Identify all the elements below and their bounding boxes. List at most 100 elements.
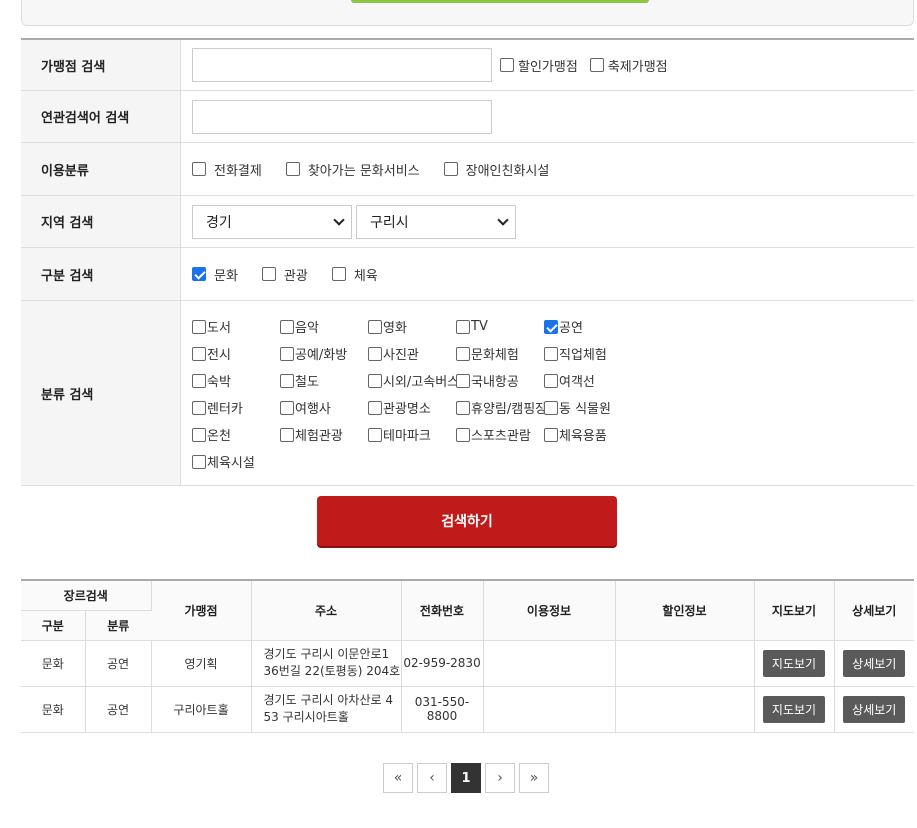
- category-checkbox[interactable]: [192, 346, 206, 361]
- map-view-button[interactable]: 지도보기: [762, 695, 826, 723]
- usage-option-accessible-facility[interactable]: 장애인친화시설: [443, 160, 549, 179]
- results-table: 장르검색 가맹점 주소 전화번호 이용정보 할인정보 지도보기 상세보기 구분 …: [21, 579, 915, 733]
- row-usage-info: [483, 686, 616, 733]
- category-option[interactable]: 동 식물원: [544, 398, 632, 417]
- festival-merchant-checkbox[interactable]: [589, 58, 604, 72]
- category-option[interactable]: 영화: [368, 317, 456, 336]
- category-option[interactable]: 공예/화방: [280, 344, 368, 363]
- region-province-value: 경기: [206, 214, 232, 231]
- map-view-button[interactable]: 지도보기: [762, 649, 826, 677]
- division-option[interactable]: 체육: [331, 265, 378, 284]
- category-option-label: 국내항공: [471, 375, 519, 390]
- division-checkbox[interactable]: [192, 267, 206, 281]
- last-page-button[interactable]: »: [519, 763, 549, 793]
- genre-header: 장르검색: [21, 580, 152, 611]
- category-checkbox[interactable]: [456, 373, 470, 388]
- category-checkbox[interactable]: [368, 427, 382, 442]
- category-checkbox[interactable]: [192, 319, 206, 334]
- discount-merchant-checkbox[interactable]: [500, 58, 514, 72]
- category-option[interactable]: 스포츠관람: [456, 425, 544, 444]
- category-checkbox[interactable]: [544, 427, 558, 442]
- category-checkbox[interactable]: [280, 319, 294, 334]
- category-checkbox[interactable]: [280, 346, 294, 361]
- prev-page-button[interactable]: ‹: [417, 763, 447, 793]
- category-option[interactable]: 사진관: [368, 344, 456, 363]
- category-checkbox[interactable]: [544, 373, 558, 388]
- division-checkbox[interactable]: [331, 267, 346, 281]
- category-checkbox[interactable]: [368, 319, 382, 334]
- usage-checkbox[interactable]: [192, 162, 206, 176]
- region-city-select[interactable]: 구리시: [356, 204, 516, 239]
- related-search-row: 연관검색어 검색: [21, 91, 914, 143]
- category-option[interactable]: 렌터카: [192, 398, 280, 417]
- category-option[interactable]: TV: [456, 317, 544, 336]
- category-checkbox[interactable]: [280, 427, 294, 442]
- category-option[interactable]: 도서: [192, 317, 280, 336]
- category-option-label: 여행사: [295, 402, 331, 417]
- category-checkbox[interactable]: [544, 400, 558, 415]
- row-address: 경기도 구리시 이문안로1 36번길 22(토평동) 204호: [251, 640, 402, 687]
- category-checkbox[interactable]: [368, 346, 382, 361]
- category-checkbox[interactable]: [544, 346, 558, 361]
- category-checkbox[interactable]: [456, 346, 470, 361]
- row-discount-info: [615, 640, 755, 687]
- category-option[interactable]: 체험관광: [280, 425, 368, 444]
- detail-view-button[interactable]: 상세보기: [843, 695, 906, 723]
- division-option[interactable]: 관광: [261, 265, 308, 284]
- row-map: 지도보기: [754, 686, 835, 733]
- category-option-label: 렌터카: [207, 402, 243, 417]
- category-option[interactable]: 체육용품: [544, 425, 632, 444]
- top-panel-button-edge[interactable]: [351, 0, 649, 3]
- category-option[interactable]: 온천: [192, 425, 280, 444]
- category-checkbox[interactable]: [280, 373, 294, 388]
- category-option[interactable]: 숙박: [192, 371, 280, 390]
- festival-merchant-option[interactable]: 축제가맹점: [589, 56, 668, 75]
- category-checkbox[interactable]: [368, 400, 382, 415]
- discount-merchant-option[interactable]: 할인가맹점: [500, 56, 578, 75]
- category-checkbox[interactable]: [192, 400, 206, 415]
- category-option[interactable]: 전시: [192, 344, 280, 363]
- category-option-label: 테마파크: [383, 429, 431, 444]
- category-option[interactable]: 휴양림/캠핑장: [456, 398, 547, 417]
- current-page[interactable]: 1: [451, 763, 481, 793]
- usage-checkbox[interactable]: [285, 162, 300, 176]
- usage-checkbox[interactable]: [443, 162, 458, 176]
- category-option[interactable]: 철도: [280, 371, 368, 390]
- usage-option-visiting-service[interactable]: 찾아가는 문화서비스: [285, 160, 420, 179]
- related-search-input[interactable]: [192, 99, 492, 134]
- merchant-search-input[interactable]: [192, 48, 492, 82]
- category-checkbox[interactable]: [192, 454, 206, 469]
- usage-option-phone-payment[interactable]: 전화결제: [192, 160, 262, 179]
- region-province-select[interactable]: 경기: [192, 204, 352, 239]
- category-option[interactable]: 국내항공: [456, 371, 544, 390]
- category-checkbox[interactable]: [368, 373, 382, 388]
- category-checkbox[interactable]: [456, 319, 470, 334]
- address-header: 주소: [251, 580, 402, 641]
- category-option[interactable]: 음악: [280, 317, 368, 336]
- category-option[interactable]: 관광명소: [368, 398, 456, 417]
- category-option[interactable]: 체육시설: [192, 452, 280, 471]
- division-subheader: 구분: [21, 610, 86, 641]
- category-label: 분류 검색: [21, 301, 181, 485]
- category-option[interactable]: 시외/고속버스: [368, 371, 459, 390]
- category-checkbox[interactable]: [192, 373, 206, 388]
- category-checkbox[interactable]: [544, 319, 558, 334]
- division-option[interactable]: 문화: [192, 265, 238, 284]
- category-option[interactable]: 여객선: [544, 371, 632, 390]
- division-checkbox[interactable]: [261, 267, 276, 281]
- first-page-button[interactable]: «: [383, 763, 413, 793]
- category-option[interactable]: 문화체험: [456, 344, 544, 363]
- detail-view-button[interactable]: 상세보기: [843, 649, 906, 677]
- division-row: 구분 검색 문화 관광 체육: [21, 248, 914, 301]
- category-checkbox[interactable]: [456, 427, 470, 442]
- category-option[interactable]: 직업체험: [544, 344, 632, 363]
- next-page-button[interactable]: ›: [485, 763, 515, 793]
- region-label: 지역 검색: [21, 196, 181, 247]
- category-checkbox[interactable]: [280, 400, 294, 415]
- category-checkbox[interactable]: [192, 427, 206, 442]
- category-option[interactable]: 테마파크: [368, 425, 456, 444]
- category-checkbox[interactable]: [456, 400, 470, 415]
- search-button[interactable]: 검색하기: [317, 496, 617, 546]
- category-option[interactable]: 여행사: [280, 398, 368, 417]
- category-option[interactable]: 공연: [544, 317, 632, 336]
